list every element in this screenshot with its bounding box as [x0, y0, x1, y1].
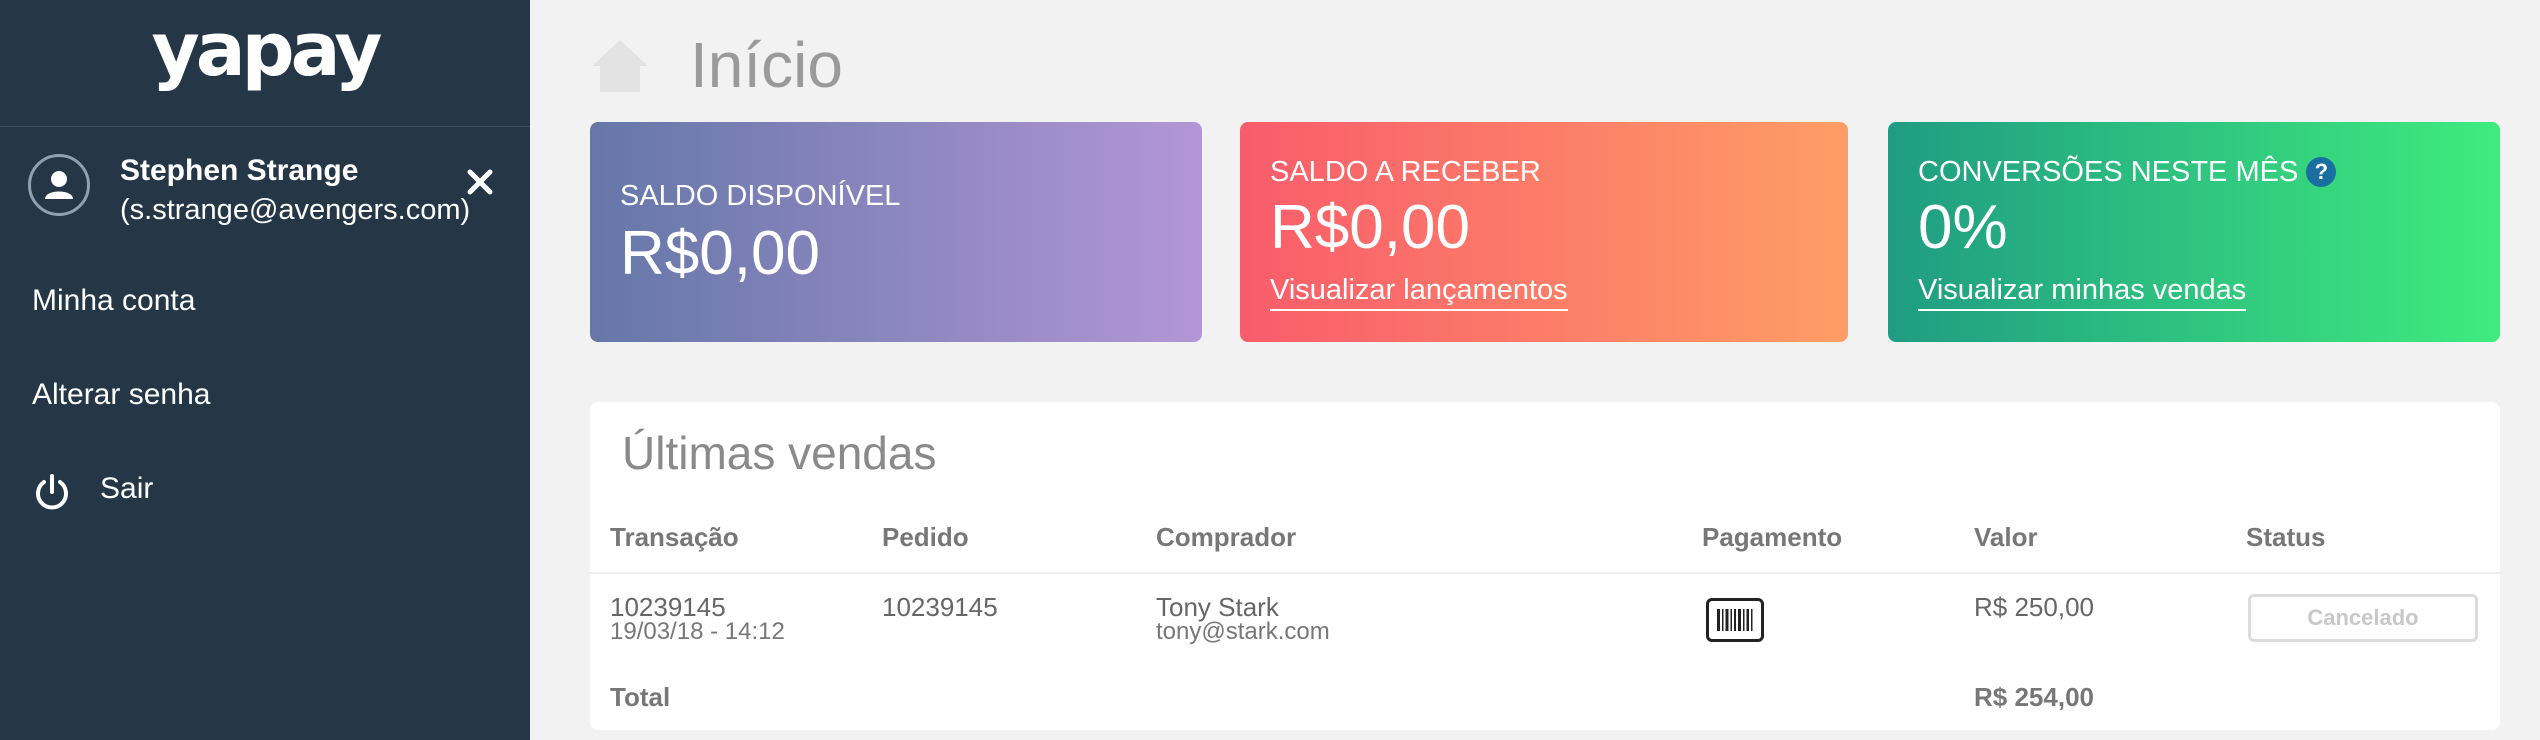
- buyer-email: tony@stark.com: [1156, 618, 1330, 645]
- sidebar-item-minha-conta[interactable]: Minha conta: [32, 284, 195, 318]
- close-button[interactable]: [462, 164, 498, 200]
- yapay-logo[interactable]: yapay: [151, 4, 382, 96]
- total-label: Total: [610, 682, 671, 712]
- view-transactions-link[interactable]: Visualizar lançamentos: [1270, 274, 1568, 311]
- column-header-valor: Valor: [1974, 522, 2038, 552]
- sales-title: Últimas vendas: [622, 427, 937, 479]
- card-saldo-disponivel: SALDO DISPONÍVEL R$0,00: [590, 122, 1202, 342]
- card-saldo-a-receber: SALDO A RECEBER R$0,00 Visualizar lançam…: [1240, 122, 1848, 342]
- card-label: SALDO A RECEBER: [1270, 156, 1541, 188]
- card-conversoes: CONVERSÕES NESTE MÊS? 0% Visualizar minh…: [1888, 122, 2500, 342]
- avatar: [28, 154, 90, 216]
- sale-value: R$ 250,00: [1974, 592, 2094, 622]
- column-header-comprador: Comprador: [1156, 522, 1297, 552]
- card-value: R$0,00: [620, 219, 820, 288]
- user-name: Stephen Strange: [120, 154, 359, 187]
- card-value: 0%: [1918, 193, 2008, 262]
- page-title: Início: [690, 29, 843, 101]
- column-header-status: Status: [2246, 522, 2326, 552]
- column-header-transacao: Transação: [610, 522, 739, 552]
- user-email: (s.strange@avengers.com): [120, 194, 471, 226]
- sidebar-item-sair[interactable]: Sair: [100, 472, 153, 506]
- header-divider: [590, 572, 2500, 574]
- card-label: SALDO DISPONÍVEL: [620, 180, 901, 212]
- close-icon: [467, 169, 493, 195]
- power-icon[interactable]: [32, 472, 72, 512]
- total-value: R$ 254,00: [1974, 682, 2094, 712]
- view-sales-link[interactable]: Visualizar minhas vendas: [1918, 274, 2247, 311]
- column-header-pagamento: Pagamento: [1702, 522, 1843, 552]
- barcode-icon: [1706, 598, 1764, 642]
- order-id: 10239145: [882, 592, 998, 622]
- user-icon: [45, 171, 73, 199]
- sidebar-item-alterar-senha[interactable]: Alterar senha: [32, 378, 210, 412]
- status-badge[interactable]: Cancelado: [2248, 594, 2478, 642]
- help-icon[interactable]: ?: [2306, 157, 2337, 187]
- user-info: Stephen Strange (s.strange@avengers.com): [28, 150, 498, 240]
- home-icon: [588, 36, 652, 96]
- card-label-row: CONVERSÕES NESTE MÊS?: [1918, 156, 2337, 189]
- card-value: R$0,00: [1270, 193, 1470, 262]
- column-header-pedido: Pedido: [882, 522, 969, 552]
- sidebar: yapay Stephen Strange (s.strange@avenger…: [0, 0, 530, 740]
- transaction-datetime: 19/03/18 - 14:12: [610, 618, 785, 645]
- card-label: CONVERSÕES NESTE MÊS: [1918, 156, 2299, 188]
- sales-panel: Últimas vendas Transação Pedido Comprado…: [590, 402, 2500, 730]
- logo-area: yapay: [0, 0, 530, 127]
